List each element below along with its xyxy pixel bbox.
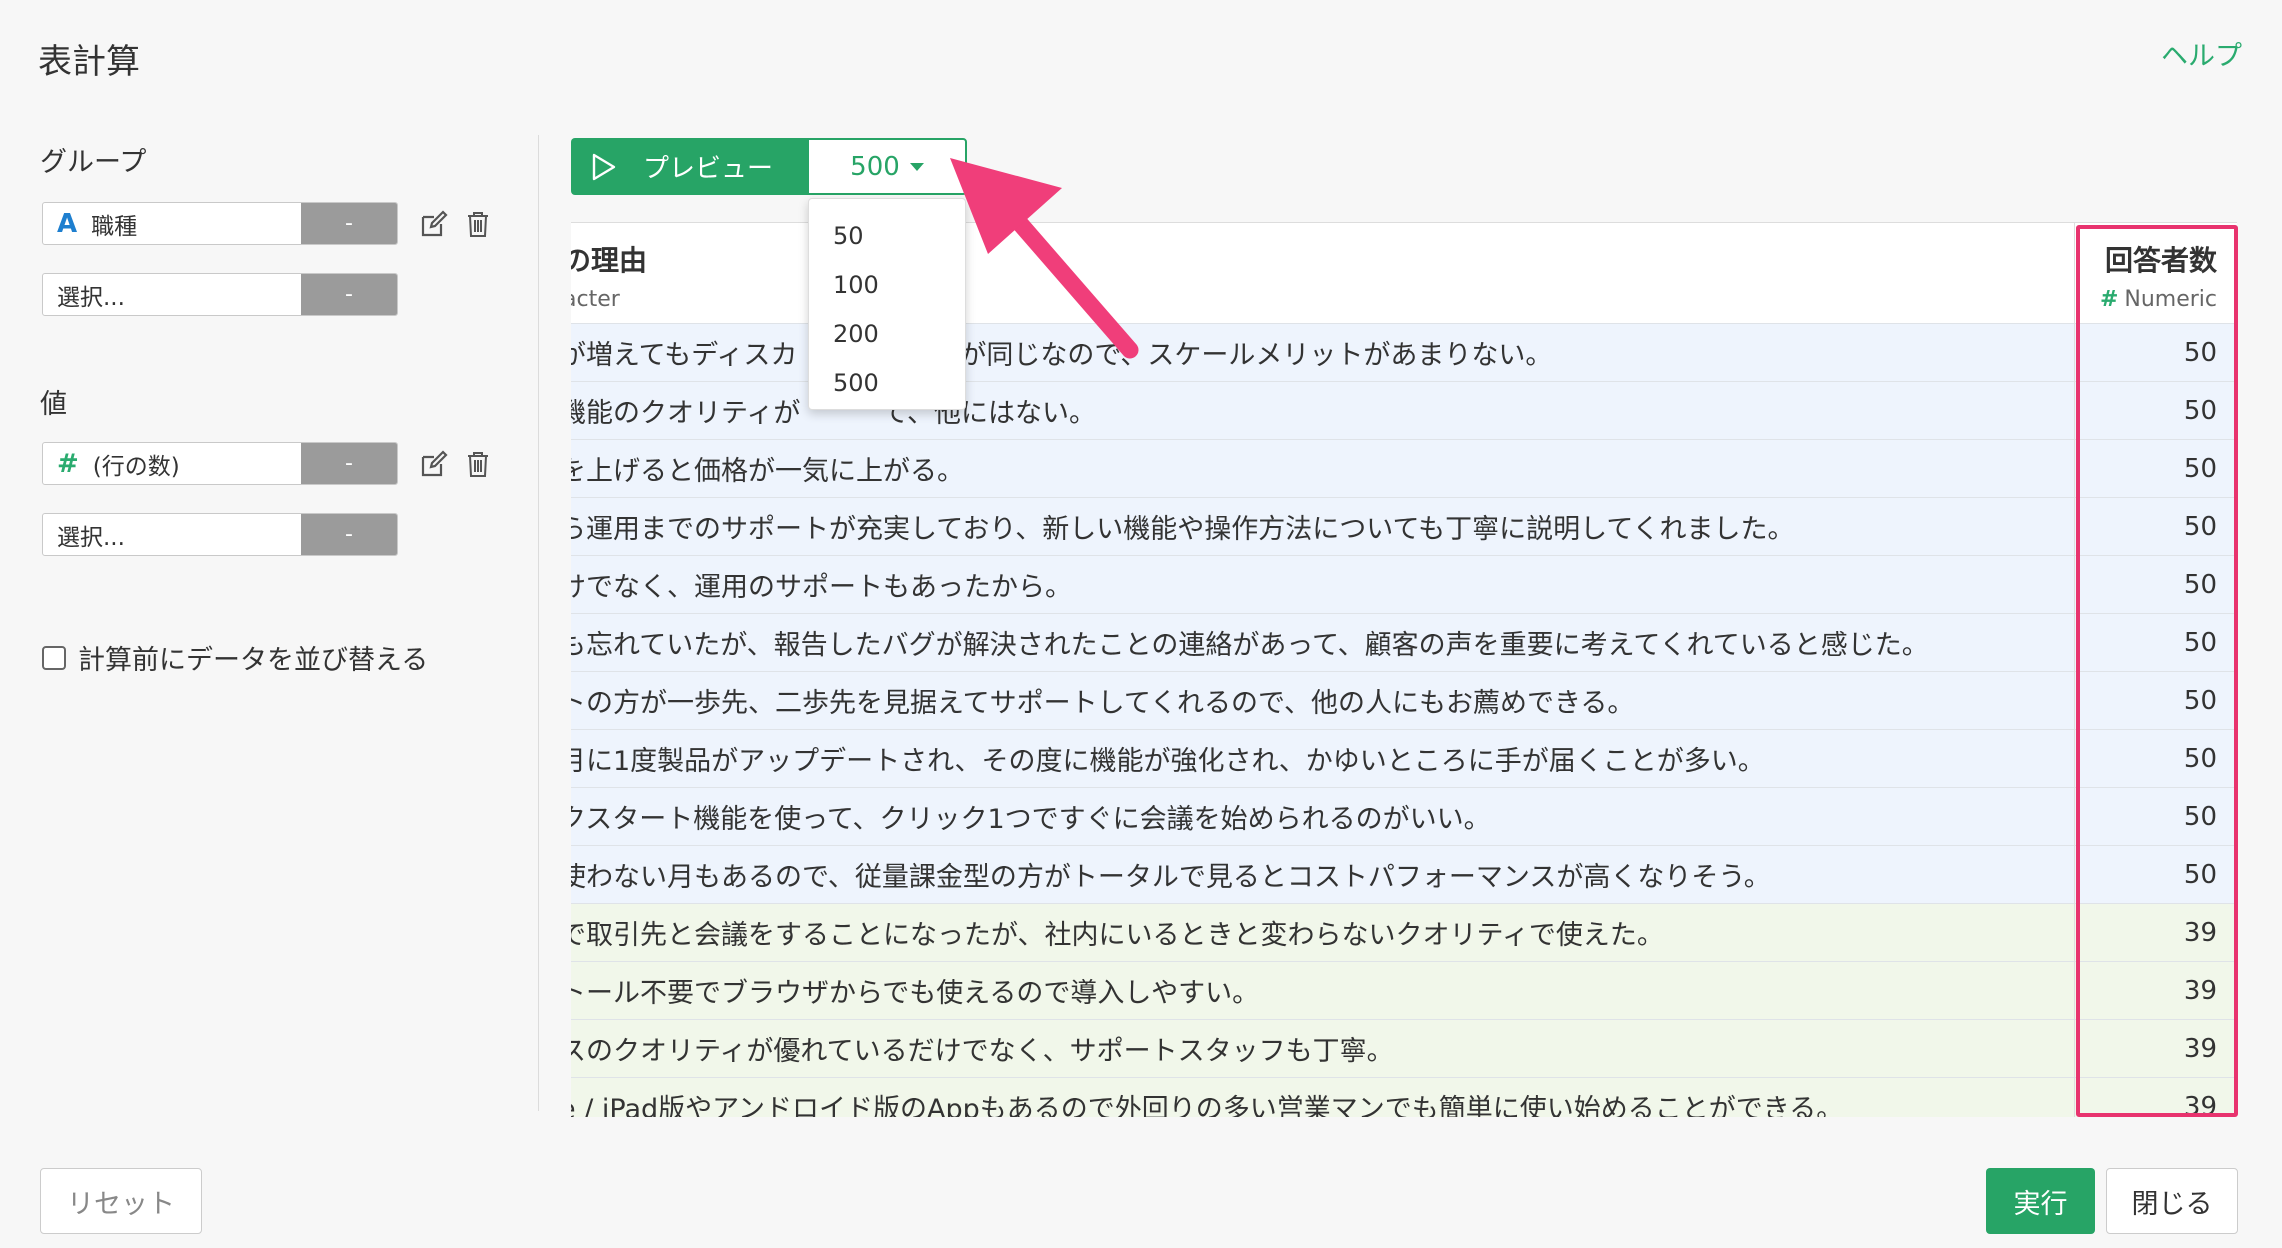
table-row: も忘れていたが、報告したバグが解決されたことの連絡があって、顧客の声を重要に考え… [571, 613, 2074, 671]
count-cell: 39 [2183, 1091, 2217, 1118]
table-row: 50 [2075, 497, 2237, 555]
count-cell: 50 [2183, 453, 2217, 484]
reason-column-type: acter [571, 287, 620, 312]
group-field[interactable]: A 職種 - [42, 202, 398, 245]
count-cell: 50 [2183, 337, 2217, 368]
character-type-icon: A [57, 208, 78, 239]
sort-checkbox[interactable] [42, 645, 66, 670]
reason-cell: ら運用までのサポートが充実しており、新しい機能や操作方法についても丁寧に説明して… [571, 514, 1795, 545]
respondent-count-type: Numeric [2124, 287, 2217, 312]
value-field[interactable]: # (行の数) - [42, 442, 398, 485]
reason-cell: スのクオリティが優れているだけでなく、サポートスタッフも丁寧。 [571, 1036, 1394, 1067]
help-link[interactable]: ヘルプ [2161, 34, 2242, 73]
table-row: 機能のクオリティが て、他にはない。 [571, 381, 2074, 439]
table-row: 50 [2075, 845, 2237, 903]
table-row: 39 [2075, 903, 2237, 961]
table-row: 50 [2075, 787, 2237, 845]
reason-cell: を上げると価格が一気に上がる。 [571, 456, 964, 487]
respondent-count-title: 回答者数 [2104, 244, 2217, 277]
sort-option-label: 計算前にデータを並び替える [78, 645, 429, 676]
group-field-value: 職種 [91, 213, 138, 240]
reason-cell: トの方が一歩先、二歩先を見据えてサポートしてくれるので、他の人にもお薦めできる。 [571, 688, 1635, 719]
reason-column: の理由 acter が増えてもディスカ く価格が同じなので、スケールメリットがあ… [571, 223, 2074, 1117]
table-row: 39 [2075, 961, 2237, 1019]
value-field-value: (行の数) [92, 453, 180, 480]
value-select-field[interactable]: 選択... - [42, 513, 398, 556]
reason-cell: で取引先と会議をすることになったが、社内にいるときと変わらないクオリティで使えた… [571, 920, 1664, 951]
table-row: スのクオリティが優れているだけでなく、サポートスタッフも丁寧。 [571, 1019, 2074, 1077]
table-row: 使わない月もあるので、従量課金型の方がトータルで見るとコストパフォーマンスが高く… [571, 845, 2074, 903]
table-row: 39 [2075, 1019, 2237, 1077]
annotation-arrow-icon [950, 158, 1139, 359]
panel-divider [538, 135, 539, 1111]
reason-cell: も忘れていたが、報告したバグが解決されたことの連絡があって、顧客の声を重要に考え… [571, 630, 1929, 661]
table-row: が増えてもディスカ く価格が同じなので、スケールメリットがあまりない。 [571, 323, 2074, 381]
group-select-field[interactable]: 選択... - [42, 273, 398, 316]
group-select-function-button[interactable]: - [301, 274, 397, 315]
table-row: 50 [2075, 381, 2237, 439]
respondent-count-header[interactable]: 回答者数 # Numeric [2075, 223, 2237, 323]
count-cell: 50 [2183, 685, 2217, 716]
table-row: 50 [2075, 613, 2237, 671]
numeric-type-icon: # [2099, 287, 2119, 312]
reason-cell: トール不要でブラウザからでも使えるので導入しやすい。 [571, 978, 1260, 1009]
table-row: を上げると価格が一気に上がる。 [571, 439, 2074, 497]
count-cell: 50 [2183, 511, 2217, 542]
play-icon [592, 153, 616, 180]
numeric-type-icon: # [57, 448, 79, 479]
trash-icon[interactable] [463, 209, 493, 239]
table-row: 月に1度製品がアップデートされ、その度に機能が強化され、かゆいところに手が届くこ… [571, 729, 2074, 787]
value-field-function-button[interactable]: - [301, 443, 397, 484]
table-row: で取引先と会議をすることになったが、社内にいるときと変わらないクオリティで使えた… [571, 903, 2074, 961]
row-count-value: 500 [850, 151, 900, 182]
group-field-function-button[interactable]: - [301, 203, 397, 244]
table-row: けでなく、運用のサポートもあったから。 [571, 555, 2074, 613]
caret-down-icon [909, 162, 924, 171]
table-row: ら運用までのサポートが充実しており、新しい機能や操作方法についても丁寧に説明して… [571, 497, 2074, 555]
value-section-label: 値 [40, 389, 67, 420]
table-row: 50 [2075, 555, 2237, 613]
table-row: e / iPad版やアンドロイド版のAppもあるので外回りの多い営業マンでも簡単… [571, 1077, 2074, 1117]
table-row: トール不要でブラウザからでも使えるので導入しやすい。 [571, 961, 2074, 1019]
reason-cell: 月に1度製品がアップデートされ、その度に機能が強化され、かゆいところに手が届くこ… [571, 746, 1765, 777]
value-select-function-button[interactable]: - [301, 514, 397, 555]
table-row: 50 [2075, 729, 2237, 787]
reason-cell: e / iPad版やアンドロイド版のAppもあるので外回りの多い営業マンでも簡単… [571, 1094, 1844, 1117]
table-row: 39 [2075, 1077, 2237, 1117]
count-cell: 50 [2183, 859, 2217, 890]
preview-label: プレビュー [643, 154, 774, 184]
dialog-title: 表計算 [38, 42, 140, 82]
count-cell: 39 [2183, 975, 2217, 1006]
reset-button[interactable]: リセット [40, 1168, 202, 1234]
count-cell: 50 [2183, 627, 2217, 658]
edit-icon[interactable] [419, 209, 449, 239]
group-section-label: グループ [40, 147, 147, 178]
reason-cell: クスタート機能を使って、クリック1つですぐに会議を始められるのがいい。 [571, 804, 1491, 835]
reason-column-header[interactable]: の理由 acter [571, 223, 2074, 323]
reason-cell: 使わない月もあるので、従量課金型の方がトータルで見るとコストパフォーマンスが高く… [571, 862, 1771, 893]
run-button[interactable]: 実行 [1986, 1168, 2095, 1234]
count-cell: 50 [2183, 395, 2217, 426]
edit-icon[interactable] [419, 449, 449, 479]
count-cell: 39 [2183, 1033, 2217, 1064]
table-row: 50 [2075, 671, 2237, 729]
row-count-option-500[interactable]: 500 [809, 358, 965, 407]
value-select-placeholder: 選択... [57, 524, 125, 551]
preview-button[interactable]: プレビュー [571, 138, 807, 195]
table-row: 50 [2075, 439, 2237, 497]
trash-icon[interactable] [463, 449, 493, 479]
table-row: 50 [2075, 323, 2237, 381]
count-cell: 39 [2183, 917, 2217, 948]
table-row: クスタート機能を使って、クリック1つですぐに会議を始められるのがいい。 [571, 787, 2074, 845]
count-cell: 50 [2183, 801, 2217, 832]
close-button[interactable]: 閉じる [2106, 1168, 2238, 1234]
count-cell: 50 [2183, 743, 2217, 774]
reason-cell: けでなく、運用のサポートもあったから。 [571, 572, 1072, 603]
reason-column-title: の理由 [571, 244, 648, 277]
count-cell: 50 [2183, 569, 2217, 600]
respondent-count-column: 回答者数 # Numeric 50 50 50 50 50 50 50 50 50 50 39 39 39… [2074, 223, 2237, 1117]
table-row: トの方が一歩先、二歩先を見据えてサポートしてくれるので、他の人にもお薦めできる。 [571, 671, 2074, 729]
group-select-placeholder: 選択... [57, 284, 125, 311]
sort-before-calc-option[interactable]: 計算前にデータを並び替える [42, 638, 428, 677]
